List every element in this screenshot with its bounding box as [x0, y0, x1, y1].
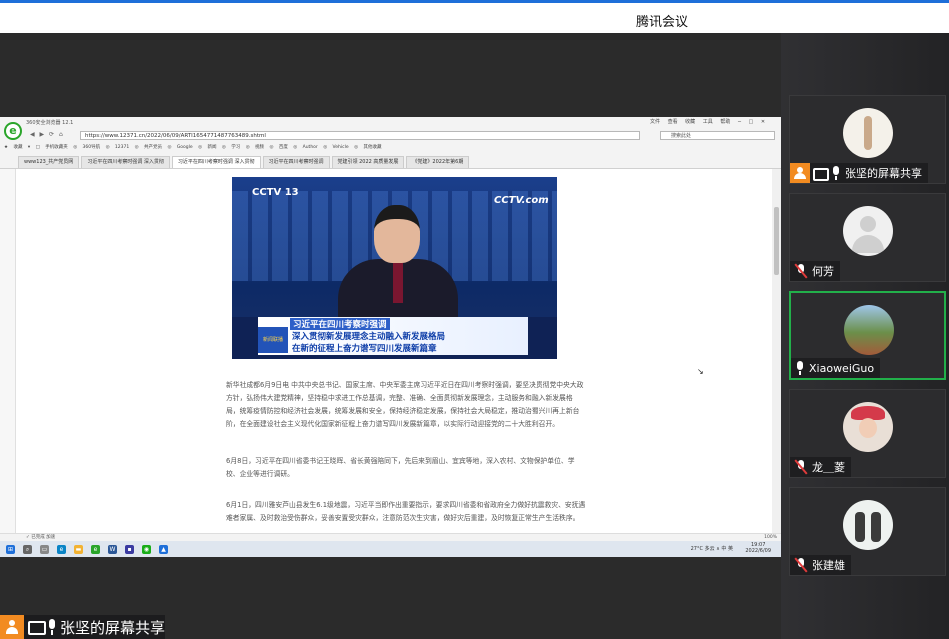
participant-name-bar: 何芳 [790, 261, 840, 281]
clock-date: 2022/6/09 [745, 548, 771, 554]
windows-taskbar: ⊞ ⌕ ▭ e ▬ e W ▪ ◉ ▲ 27°C 多云 ∧ 中 英 19:07 … [0, 541, 781, 557]
task-view-icon[interactable]: ▭ [40, 544, 49, 554]
caption-line: 习近平在四川考察时强调 [290, 318, 390, 330]
mouse-cursor-icon: ↘ [697, 367, 704, 376]
search-icon[interactable]: ⌕ [23, 544, 32, 554]
participant-avatar [843, 402, 893, 452]
address-bar[interactable]: https://www.12371.cn/2022/06/09/ARTI1654… [80, 131, 640, 140]
default-avatar-body [852, 235, 884, 253]
avatar-figure [864, 116, 872, 150]
browser-sidebar[interactable] [0, 169, 16, 533]
browser-tab[interactable]: www123_共产党员网 [18, 156, 80, 168]
browser-status-bar: ✓ 已完成 加速 100% [0, 533, 781, 541]
news-video[interactable]: CCTV 13 CCTV.com 新闻联播 习近平在四川考察时强调 深入贯彻新发… [232, 177, 557, 359]
microphone-icon [47, 619, 57, 635]
status-text: ✓ 已完成 加速 [26, 535, 56, 540]
news-anchor-head [374, 205, 420, 263]
browser-tab[interactable]: 习近平在四川考察时强调 深入贯彻 [81, 156, 170, 168]
share-label: 张坚的屏幕共享 [60, 618, 166, 637]
screen-share-icon [28, 620, 46, 635]
word-icon[interactable]: W [108, 544, 117, 554]
browser-menu[interactable]: 文件 查看 收藏 工具 帮助 ─ □ ✕ [650, 118, 765, 125]
participant-avatar-icon [0, 615, 24, 639]
news-anchor-tie [393, 263, 403, 303]
microphone-muted-icon [794, 264, 808, 278]
person-icon [794, 167, 806, 179]
participant-tile[interactable]: 张建雄 [789, 487, 946, 576]
browser-logo-icon: e [4, 122, 22, 140]
participant-name-bar: XiaoweiGuo [791, 358, 881, 378]
news-caption: 新闻联播 习近平在四川考察时强调 深入贯彻新发展理念主动融入新发展格局 在新的征… [258, 317, 528, 355]
browser-tab-active[interactable]: 习近平在四川考察时强调 深入贯彻 [171, 156, 261, 168]
participant-name: XiaoweiGuo [809, 361, 875, 375]
participant-name: 张坚的屏幕共享 [845, 167, 922, 180]
article-paragraph: 新华社成都6月9日电 中共中央总书记、国家主席、中央军委主席习近平近日在四川考察… [226, 381, 584, 428]
cctv-com-logo: CCTV.com [494, 195, 549, 206]
cctv13-logo: CCTV 13 [252, 187, 299, 198]
windows-start-icon[interactable]: ⊞ [6, 544, 15, 554]
wechat-icon[interactable]: ◉ [142, 544, 151, 554]
avatar-face [859, 418, 877, 438]
shared-screen-content[interactable]: e 360安全浏览器 12.1 文件 查看 收藏 工具 帮助 ─ □ ✕ ◀ ▶… [0, 117, 781, 557]
scrollbar-thumb[interactable] [774, 207, 779, 275]
participant-avatar [843, 108, 893, 158]
participant-tile[interactable]: 龙＿菱 [789, 389, 946, 478]
caption-line: 在新的征程上奋力谱写四川发展新篇章 [292, 344, 437, 354]
participant-avatar [844, 305, 894, 355]
microphone-muted-icon [794, 460, 808, 474]
app-icon[interactable]: ▪ [125, 544, 134, 554]
participant-avatar [843, 500, 893, 550]
app-title: 腾讯会议 [636, 15, 689, 30]
microphone-icon [795, 361, 805, 375]
screen-share-indicator: 张坚的屏幕共享 [0, 615, 166, 639]
browser-tabs: www123_共产党员网 习近平在四川考察时强调 深入贯彻 习近平在四川考察时强… [0, 156, 781, 169]
microphone-icon [831, 166, 841, 180]
browser-tab[interactable]: 党建引领 2022 高质量发展 [331, 156, 405, 168]
browser-title: 360安全浏览器 12.1 [26, 120, 74, 126]
browser-nav-buttons[interactable]: ◀ ▶ ⟳ ⌂ [30, 131, 63, 138]
participant-name-bar: 张坚的屏幕共享 [790, 163, 928, 183]
browser-360-icon[interactable]: e [91, 544, 100, 554]
avatar-figure [871, 512, 881, 542]
meeting-title-bar: 腾讯会议 [0, 0, 949, 33]
participant-name-bar: 张建雄 [790, 555, 851, 575]
browser-chrome: e 360安全浏览器 12.1 文件 查看 收藏 工具 帮助 ─ □ ✕ ◀ ▶… [0, 117, 781, 169]
avatar-figure [855, 512, 865, 542]
folder-icon[interactable]: ▬ [74, 544, 83, 554]
participant-avatar [843, 206, 893, 256]
participant-tile-active[interactable]: XiaoweiGuo [789, 291, 946, 380]
browser-tab[interactable]: 习近平在四川考察时强调 [262, 156, 330, 168]
participant-name: 何芳 [812, 265, 834, 278]
host-avatar-icon [790, 163, 810, 183]
xinwen-lianbo-badge: 新闻联播 [258, 327, 288, 353]
browser-tab[interactable]: 《党建》2022年第6期 [406, 156, 470, 168]
caption-line: 深入贯彻新发展理念主动融入新发展格局 [292, 332, 446, 342]
participant-tile[interactable]: 张坚的屏幕共享 [789, 95, 946, 184]
taskbar-clock[interactable]: 19:07 2022/6/09 [745, 542, 771, 554]
system-tray[interactable]: 27°C 多云 ∧ 中 英 [691, 545, 733, 552]
page-scrollbar[interactable] [772, 169, 781, 533]
edge-icon[interactable]: e [57, 544, 66, 554]
browser-search-input[interactable]: 搜索此处 [660, 131, 775, 140]
microphone-muted-icon [794, 558, 808, 572]
participant-name-bar: 龙＿菱 [790, 457, 851, 477]
article-paragraph: 6月8日，习近平在四川省委书记王晓晖、省长黄强陪同下，先后来到眉山、宜宾等地，深… [226, 457, 575, 478]
article-page: CCTV 13 CCTV.com 新闻联播 习近平在四川考察时强调 深入贯彻新发… [16, 169, 772, 533]
tencent-meeting-icon[interactable]: ▲ [159, 544, 168, 554]
participant-name: 张建雄 [812, 559, 845, 572]
screen-share-icon [813, 167, 829, 181]
article-paragraph: 6月1日，四川雅安芦山县发生6.1级地震，习近平当即作出重要指示，要求四川省委和… [226, 501, 586, 522]
favorites-bar[interactable]: ★ 收藏 ▾ □ 手机收藏夹 ◎ 360导航 ◎ 12371 ◎ 共产党员 ◎ … [4, 144, 381, 150]
participant-tile[interactable]: 何芳 [789, 193, 946, 282]
zoom-level[interactable]: 100% [764, 534, 777, 541]
default-avatar-head [860, 216, 876, 232]
person-icon [5, 620, 19, 634]
participant-name: 龙＿菱 [812, 461, 845, 474]
